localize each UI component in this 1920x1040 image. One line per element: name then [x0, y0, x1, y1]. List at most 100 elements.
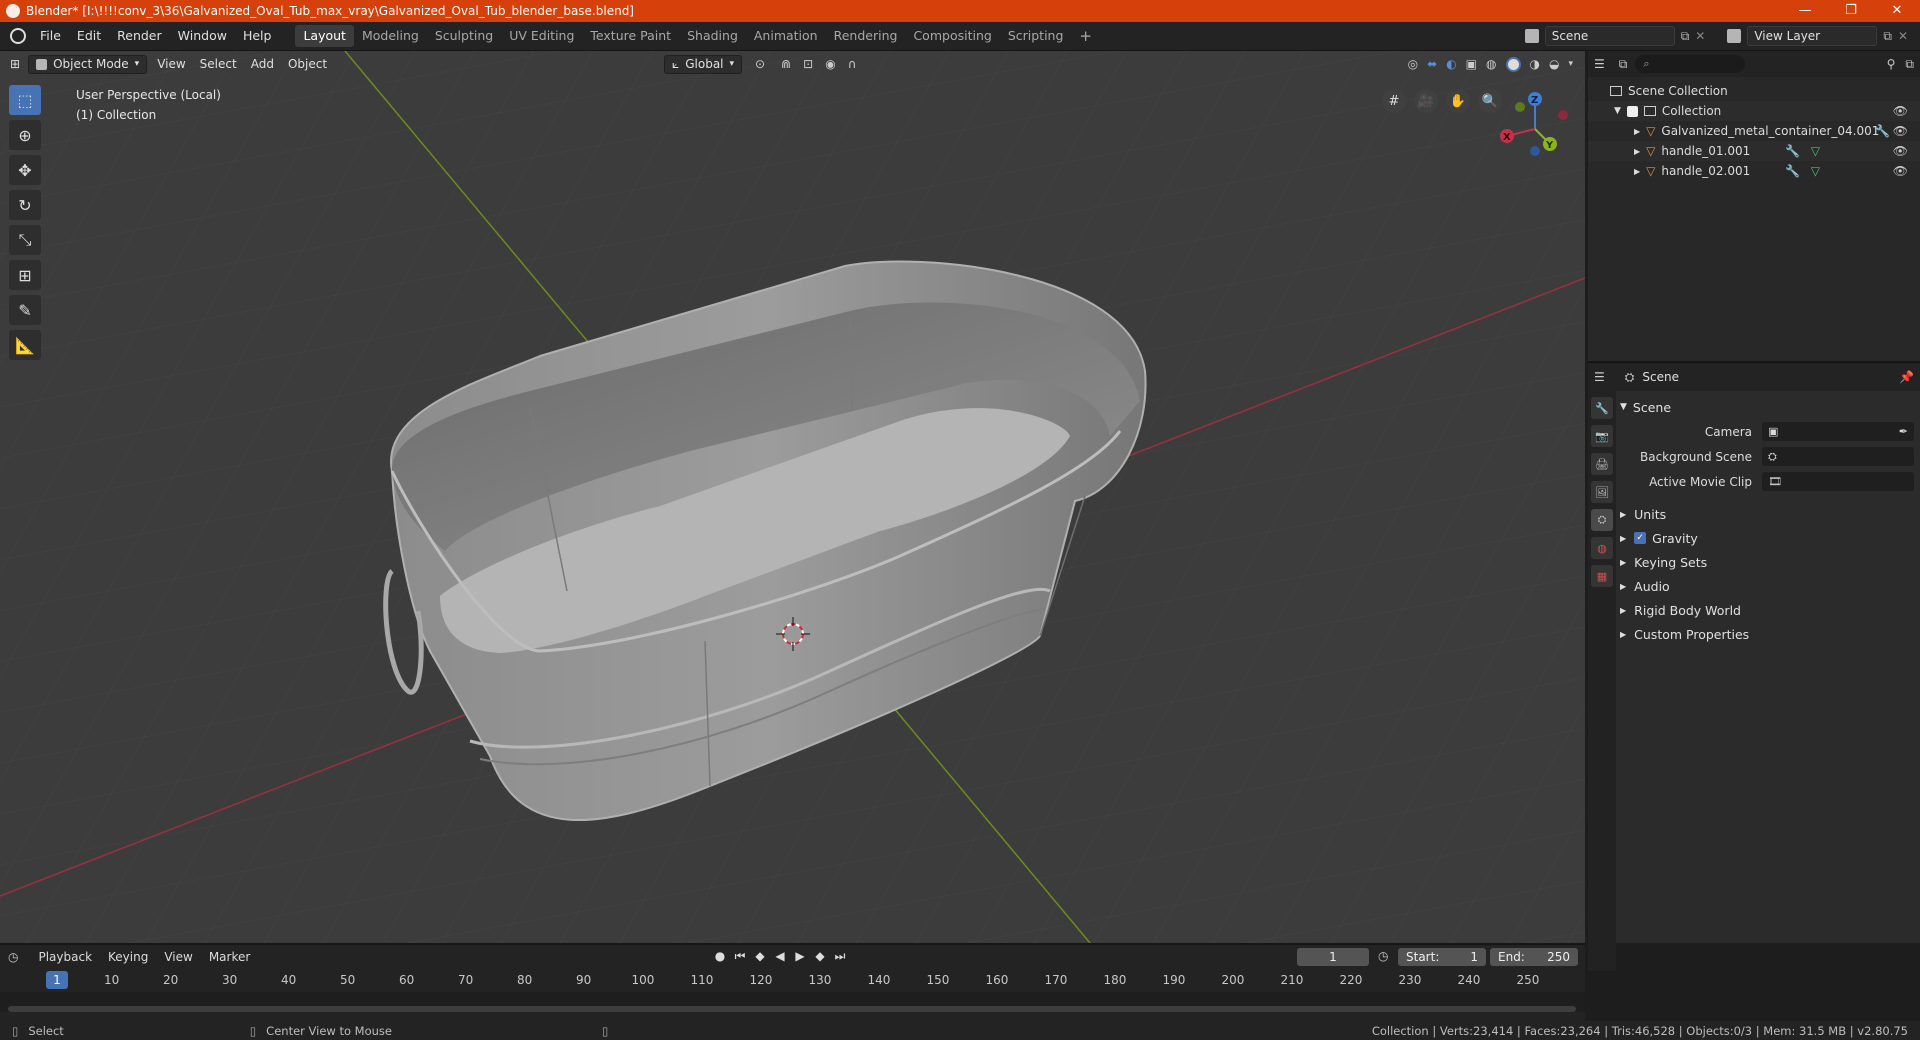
expand-arrow-icon[interactable]: ▶ — [1634, 167, 1640, 176]
outliner-search-input[interactable]: ⌕ — [1635, 55, 1746, 73]
properties-editor-icon[interactable]: ☰ — [1594, 370, 1605, 384]
delete-scene-icon[interactable]: ✕ — [1695, 29, 1705, 43]
outliner-row-object[interactable]: ▶ ▽ handle_02.001 🔧 ▽ 👁 — [1588, 161, 1920, 181]
eye-icon[interactable]: 👁 — [1893, 144, 1908, 158]
clock-icon[interactable]: ◷ — [1378, 949, 1388, 963]
snap-target-icon[interactable]: ⊡ — [803, 57, 813, 71]
transform-tool[interactable]: ⊞ — [9, 260, 41, 290]
timeline-editor-icon[interactable]: ◷ — [8, 950, 18, 964]
outliner-editor-icon[interactable]: ☰ — [1594, 57, 1605, 71]
tab-rendering[interactable]: Rendering — [826, 25, 906, 47]
tab-uv-editing[interactable]: UV Editing — [501, 25, 582, 47]
outliner-row-scene-collection[interactable]: Scene Collection — [1588, 81, 1920, 101]
jump-start-icon[interactable]: ⏮ — [732, 949, 748, 967]
menu-render[interactable]: Render — [109, 25, 170, 47]
menu-window[interactable]: Window — [170, 25, 235, 47]
outliner-row-object[interactable]: ▶ ▽ handle_01.001 🔧 ▽ 👁 — [1588, 141, 1920, 161]
new-view-layer-icon[interactable]: ⧉ — [1883, 29, 1892, 44]
eye-icon[interactable]: 👁 — [1893, 124, 1908, 138]
viewport-menu-view[interactable]: View — [150, 57, 192, 71]
delete-view-layer-icon[interactable]: ✕ — [1898, 29, 1908, 43]
tab-animation[interactable]: Animation — [746, 25, 826, 47]
scene-section-header[interactable]: ▼ Scene — [1620, 395, 1914, 419]
expand-arrow-icon[interactable]: ▶ — [1634, 127, 1640, 136]
new-scene-icon[interactable]: ⧉ — [1681, 29, 1690, 44]
gizmo-toggle-icon[interactable]: ⬌ — [1427, 57, 1437, 71]
eye-icon[interactable]: 👁 — [1893, 164, 1908, 178]
outliner-row-collection[interactable]: ▼ Collection 👁 — [1588, 101, 1920, 121]
scene-icon[interactable] — [1524, 29, 1539, 43]
filter-icon[interactable]: ⚲ — [1887, 57, 1896, 71]
texture-tab-icon[interactable]: ▦ — [1591, 565, 1613, 587]
xray-toggle-icon[interactable]: ▣ — [1466, 57, 1477, 71]
scale-tool[interactable]: ⤡ — [9, 225, 41, 255]
current-frame-indicator[interactable]: 1 — [46, 971, 68, 989]
record-icon[interactable]: ● — [712, 949, 728, 967]
rotate-tool[interactable]: ↻ — [9, 190, 41, 220]
background-scene-field[interactable]: ⛭ — [1762, 447, 1914, 466]
view-layer-tab-icon[interactable]: 🖼 — [1591, 481, 1613, 503]
menu-file[interactable]: File — [32, 25, 69, 47]
add-workspace-button[interactable]: + — [1071, 25, 1100, 47]
jump-end-icon[interactable]: ⏭ — [832, 949, 848, 967]
current-frame-field[interactable]: 1 — [1297, 948, 1369, 966]
scene-tab-icon[interactable]: ⛭ — [1591, 509, 1613, 531]
play-icon[interactable]: ▶ — [792, 949, 808, 967]
editor-type-icon[interactable]: ⊞ — [10, 57, 20, 71]
tab-compositing[interactable]: Compositing — [905, 25, 999, 47]
viewport-canvas[interactable]: Z X Y — [0, 51, 1585, 943]
timeline-menu-view[interactable]: View — [156, 950, 200, 964]
world-tab-icon[interactable]: ◍ — [1591, 537, 1613, 559]
expand-arrow-icon[interactable]: ▼ — [1614, 106, 1621, 116]
mode-selector[interactable]: Object Mode ▾ — [28, 54, 148, 74]
outliner-row-object[interactable]: ▶ ▽ Galvanized_metal_container_04.001 🔧 … — [1588, 121, 1920, 141]
eye-icon[interactable]: 👁 — [1893, 104, 1908, 118]
view-layer-selector[interactable]: View Layer — [1747, 26, 1878, 46]
end-frame-field[interactable]: End: 250 — [1490, 948, 1578, 966]
timeline-menu-playback[interactable]: Playback — [30, 950, 100, 964]
proportional-edit-icon[interactable]: ◉ — [825, 57, 835, 71]
panel-rigid-body-world[interactable]: ▶ Rigid Body World — [1620, 598, 1914, 622]
tab-shading[interactable]: Shading — [679, 25, 746, 47]
solid-shading-icon[interactable] — [1505, 56, 1521, 72]
blender-menu-icon[interactable] — [10, 28, 26, 44]
viewport-menu-add[interactable]: Add — [244, 57, 281, 71]
next-keyframe-icon[interactable]: ◆ — [812, 949, 828, 967]
output-tab-icon[interactable]: 🖨 — [1591, 453, 1613, 475]
tab-scripting[interactable]: Scripting — [1000, 25, 1072, 47]
play-reverse-icon[interactable]: ◀ — [772, 949, 788, 967]
prev-keyframe-icon[interactable]: ◆ — [752, 949, 768, 967]
view-layer-icon[interactable] — [1727, 29, 1742, 43]
snap-icon[interactable]: ⋒ — [781, 57, 791, 71]
pivot-point-icon[interactable]: ⊙ — [755, 57, 765, 71]
falloff-icon[interactable]: ∩ — [848, 57, 857, 71]
gravity-checkbox[interactable]: ✓ — [1634, 532, 1647, 544]
cursor-tool[interactable]: ⊕ — [9, 120, 41, 150]
timeline-scrollbar[interactable] — [8, 1006, 1576, 1012]
render-tab-icon[interactable]: 📷 — [1591, 425, 1613, 447]
camera-field[interactable]: ▣ ✒ — [1762, 422, 1914, 441]
camera-view-icon[interactable]: 🎥 — [1414, 89, 1438, 113]
move-tool[interactable]: ✥ — [9, 155, 41, 185]
tab-layout[interactable]: Layout — [295, 25, 354, 47]
close-button[interactable]: ✕ — [1874, 0, 1920, 22]
zoom-icon[interactable]: 🔍 — [1478, 89, 1502, 113]
viewport-menu-object[interactable]: Object — [281, 57, 334, 71]
frame-ruler[interactable]: 1 10 20 30 40 50 60 70 80 90 100 110 120 130 140 150 16… — [0, 970, 1585, 990]
menu-help[interactable]: Help — [235, 25, 280, 47]
overlay-toggle-icon[interactable]: ◐ — [1446, 57, 1456, 71]
chevron-down-icon[interactable]: ▾ — [1568, 59, 1573, 69]
transform-orientation-selector[interactable]: ⟀ Global ▾ — [664, 54, 743, 74]
visibility-icon[interactable]: ◎ — [1408, 57, 1418, 71]
minimize-button[interactable]: — — [1782, 0, 1828, 22]
select-box-tool[interactable]: ⬚ — [9, 85, 41, 115]
3d-viewport[interactable]: Z X Y ⊞ Object Mode ▾ View Select Add Obj… — [0, 51, 1585, 943]
grid-toggle-icon[interactable]: # — [1382, 89, 1406, 113]
panel-custom-properties[interactable]: ▶ Custom Properties — [1620, 622, 1914, 646]
tool-tab-icon[interactable]: 🔧 — [1591, 397, 1613, 419]
scene-selector[interactable]: Scene — [1544, 26, 1675, 46]
measure-tool[interactable]: 📐 — [9, 330, 41, 360]
material-shading-icon[interactable]: ◑ — [1530, 57, 1540, 71]
pin-icon[interactable]: 📌 — [1899, 370, 1914, 384]
new-collection-icon[interactable]: ⧉ — [1905, 57, 1914, 72]
